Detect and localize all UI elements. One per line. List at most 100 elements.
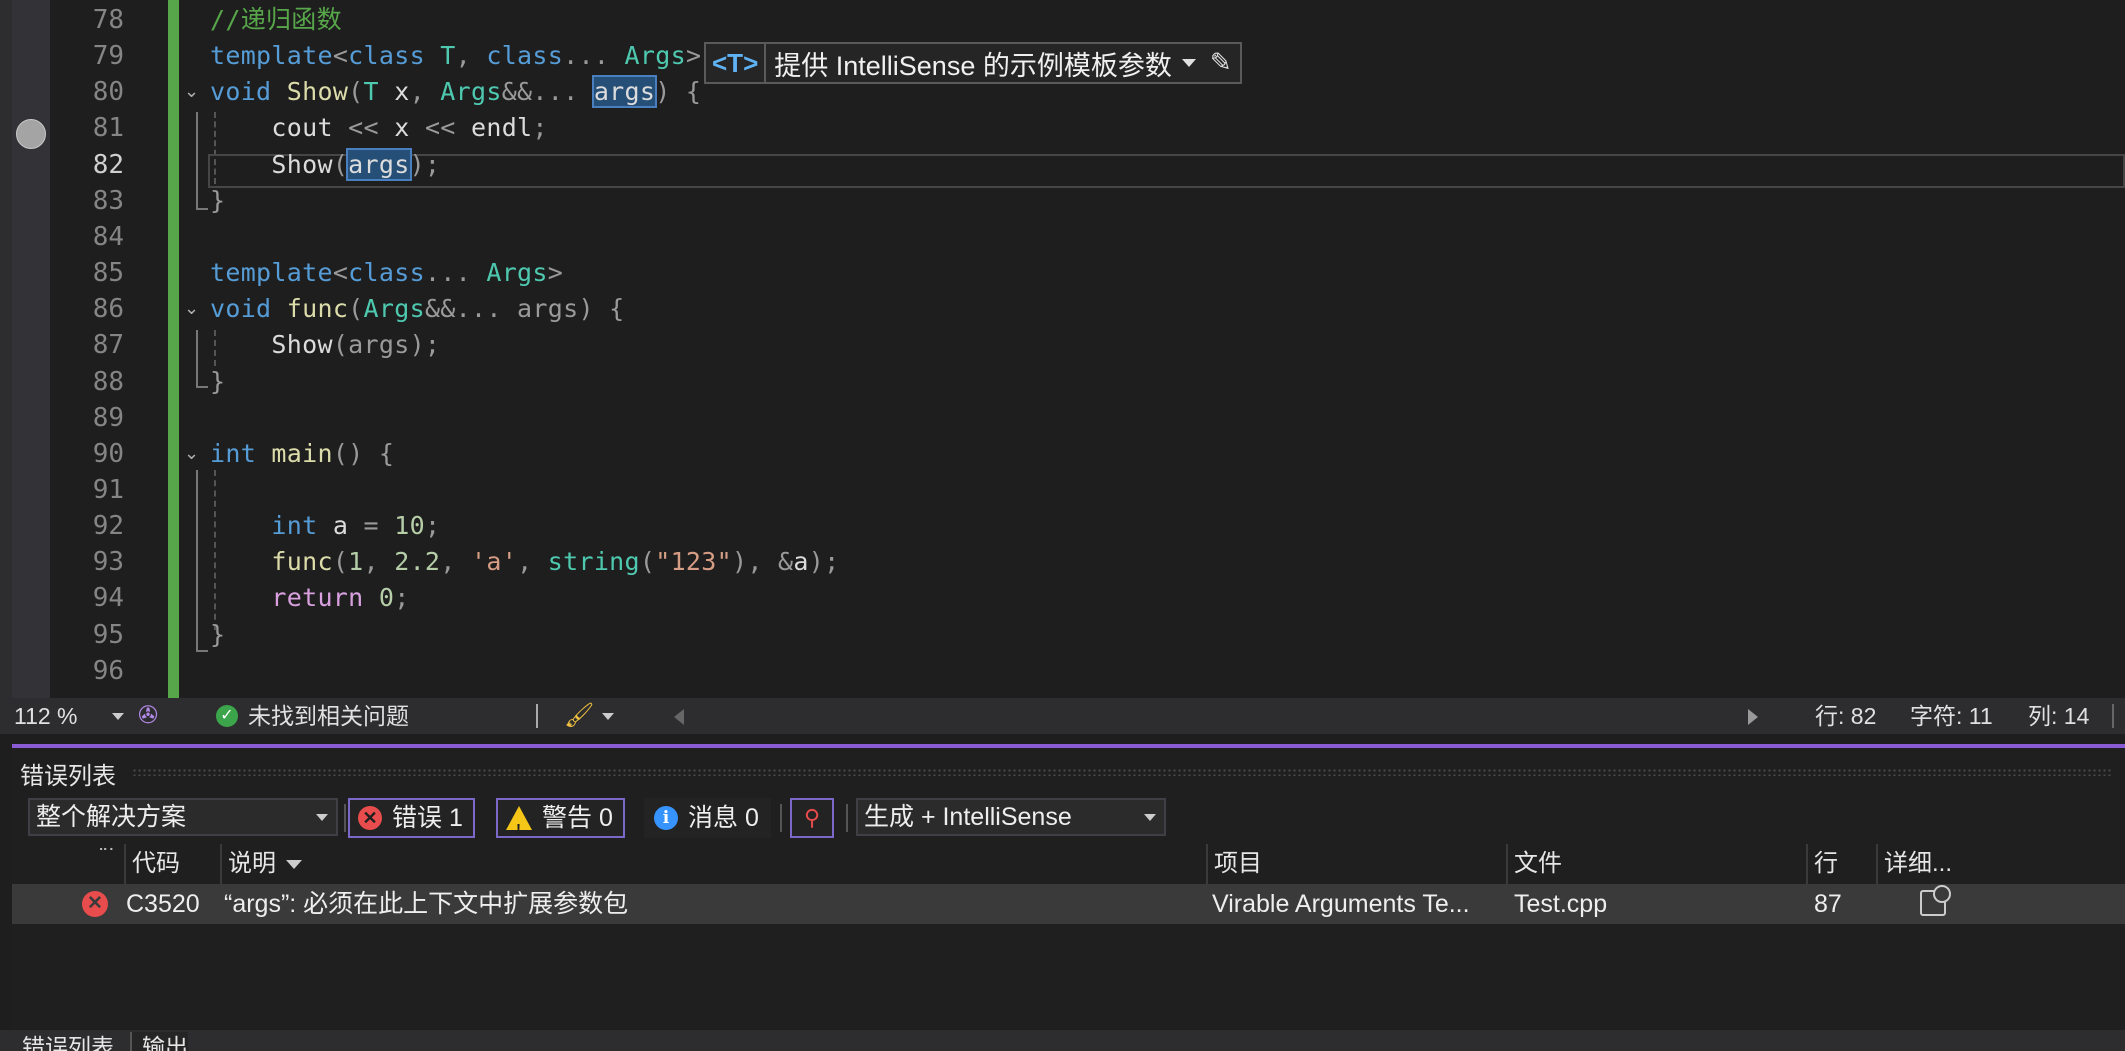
column-header-line[interactable]: 行 [1806,844,1876,884]
code-text[interactable]: } [210,183,225,219]
issues-status-text[interactable]: 未找到相关问题 [248,698,409,734]
code-token: ( [332,149,349,179]
column-header-description[interactable]: 说明 [220,844,1212,884]
warnings-filter-label: 警告 0 [542,804,613,832]
zoom-level[interactable]: 112 % [14,698,78,734]
code-token: , [440,547,471,577]
code-token: //递归函数 [210,5,342,34]
panel-title[interactable]: 错误列表 [20,756,116,791]
tab-error-list[interactable]: 错误列表 [22,1032,114,1051]
code-line[interactable]: 93 func(1, 2.2, 'a', string("123"), &a); [0,544,2125,580]
code-token: << [424,113,456,143]
filter-toggle-button[interactable]: ⚲ [790,798,834,838]
column-header-file[interactable]: 文件 [1506,844,1806,884]
code-line[interactable]: 86 ⌄ void func(Args&&... args) { [0,291,2125,327]
code-token: , [409,77,441,107]
column-header-code[interactable]: 代码 [124,844,232,884]
code-text[interactable]: Show(args); [210,327,440,363]
code-line[interactable]: 94 return 0; [0,580,2125,616]
warnings-filter-button[interactable]: ! 警告 0 [496,798,625,838]
fold-chevron-icon[interactable]: ⌄ [184,443,204,464]
code-token: x [378,113,425,143]
pencil-icon[interactable]: ✎ [1206,48,1240,78]
cursor-row[interactable]: 行: 82 [1815,698,1876,734]
details-popout-icon[interactable] [1920,885,1951,916]
panel-drag-grip[interactable] [132,768,2112,776]
code-token: ); [409,330,441,360]
code-line[interactable]: 81 cout << x << endl; [0,110,2125,146]
code-token: } [210,366,226,396]
code-token: func [271,547,333,577]
errors-filter-button[interactable]: ✕ 错误 1 [348,798,475,838]
code-token: ... [563,41,625,71]
code-line[interactable]: 87 Show(args); [0,327,2125,363]
code-token: ... [424,258,487,288]
code-text[interactable]: } [210,617,225,653]
code-text[interactable]: cout << x << endl; [210,110,548,146]
scroll-left-arrow-icon[interactable] [674,709,684,725]
code-text[interactable]: void func(Args&&... args) { [210,291,625,327]
code-token: template [210,258,333,288]
tab-output[interactable]: 输出 [130,1032,188,1051]
fold-chevron-icon[interactable]: ⌄ [184,82,204,102]
cleanup-chevron-down-icon[interactable] [602,713,614,720]
code-token: 0 [378,583,395,613]
check-circle-icon: ✓ [216,705,238,727]
code-line[interactable]: 78 //递归函数 [0,2,2125,38]
code-line[interactable]: 95} [0,617,2125,653]
messages-filter-button[interactable]: i 消息 0 [644,798,771,838]
code-text[interactable]: Show(args); [210,147,440,183]
horizontal-scrollbar[interactable] [700,706,1740,726]
code-text[interactable]: return 0; [210,580,410,616]
code-line[interactable]: 91 [0,472,2125,508]
intellicode-icon[interactable]: ✇ [138,698,158,734]
code-token: ); [808,547,840,577]
code-text[interactable]: //递归函数 [210,2,342,38]
column-header-details[interactable]: 详细... [1876,844,1988,884]
code-token: "123" [655,547,732,577]
scope-dropdown[interactable]: 整个解决方案 [28,798,338,836]
code-token: 'a' [471,547,518,577]
line-number: 86 [92,294,124,325]
code-line[interactable]: 85 template<class... Args> [0,255,2125,291]
source-dropdown[interactable]: 生成 + IntelliSense [856,798,1166,836]
code-line[interactable]: 83} [0,183,2125,219]
code-line[interactable]: 96 [0,653,2125,689]
code-cleanup-brush-icon[interactable]: 🖌 [564,698,594,734]
code-line[interactable]: 90 ⌄ int main() { [0,436,2125,472]
code-text[interactable]: int a = 10; [210,508,440,544]
code-token: , [455,41,487,71]
zoom-chevron-down-icon[interactable] [112,713,124,720]
editor-status-bar: 112 % ✇ ✓ 未找到相关问题 🖌 行: 82 字符: 11 列: 14 [0,698,2125,734]
code-editor[interactable]: 78//递归函数 79 template<class T, class... Arg… [0,0,2125,698]
fold-chevron-icon[interactable]: ⌄ [184,299,204,319]
intellisense-hint-text: 提供 IntelliSense 的示例模板参数 [774,50,1172,81]
column-header-project[interactable]: 项目 [1206,844,1508,884]
code-line[interactable]: 82 Show(args); [0,147,2125,183]
code-text[interactable]: template<class... Args> [210,255,563,291]
code-text[interactable]: void Show(T x, Args&&... args) { [210,74,701,110]
table-row[interactable]: ✕ C3520 “args”: 必须在此上下文中扩展参数包 Virable Ar… [12,884,2125,924]
code-token: endl [455,113,533,143]
code-text[interactable]: } [210,364,225,400]
code-text[interactable]: int main() { [210,436,394,472]
code-line[interactable]: 92 int a = 10; [0,508,2125,544]
code-text[interactable]: func(1, 2.2, 'a', string("123"), &a); [210,544,839,580]
code-text[interactable]: template<class T, class... Args> [210,38,701,74]
code-line[interactable]: 88} [0,364,2125,400]
code-line[interactable]: 89 [0,400,2125,436]
chevron-down-icon[interactable] [1181,59,1196,67]
intellisense-template-hint[interactable]: <T> 提供 IntelliSense 的示例模板参数 ✎ [704,42,1242,84]
code-token: &&... [501,77,594,107]
code-token: string [547,547,640,577]
code-line[interactable]: 84 [0,219,2125,255]
sort-order-icon[interactable]: ⠉⠁ [98,844,119,864]
cursor-char[interactable]: 字符: 11 [1910,698,1993,734]
scroll-right-arrow-icon[interactable] [1748,709,1758,725]
code-token: Show [271,149,333,179]
cursor-column[interactable]: 列: 14 [2028,698,2089,734]
